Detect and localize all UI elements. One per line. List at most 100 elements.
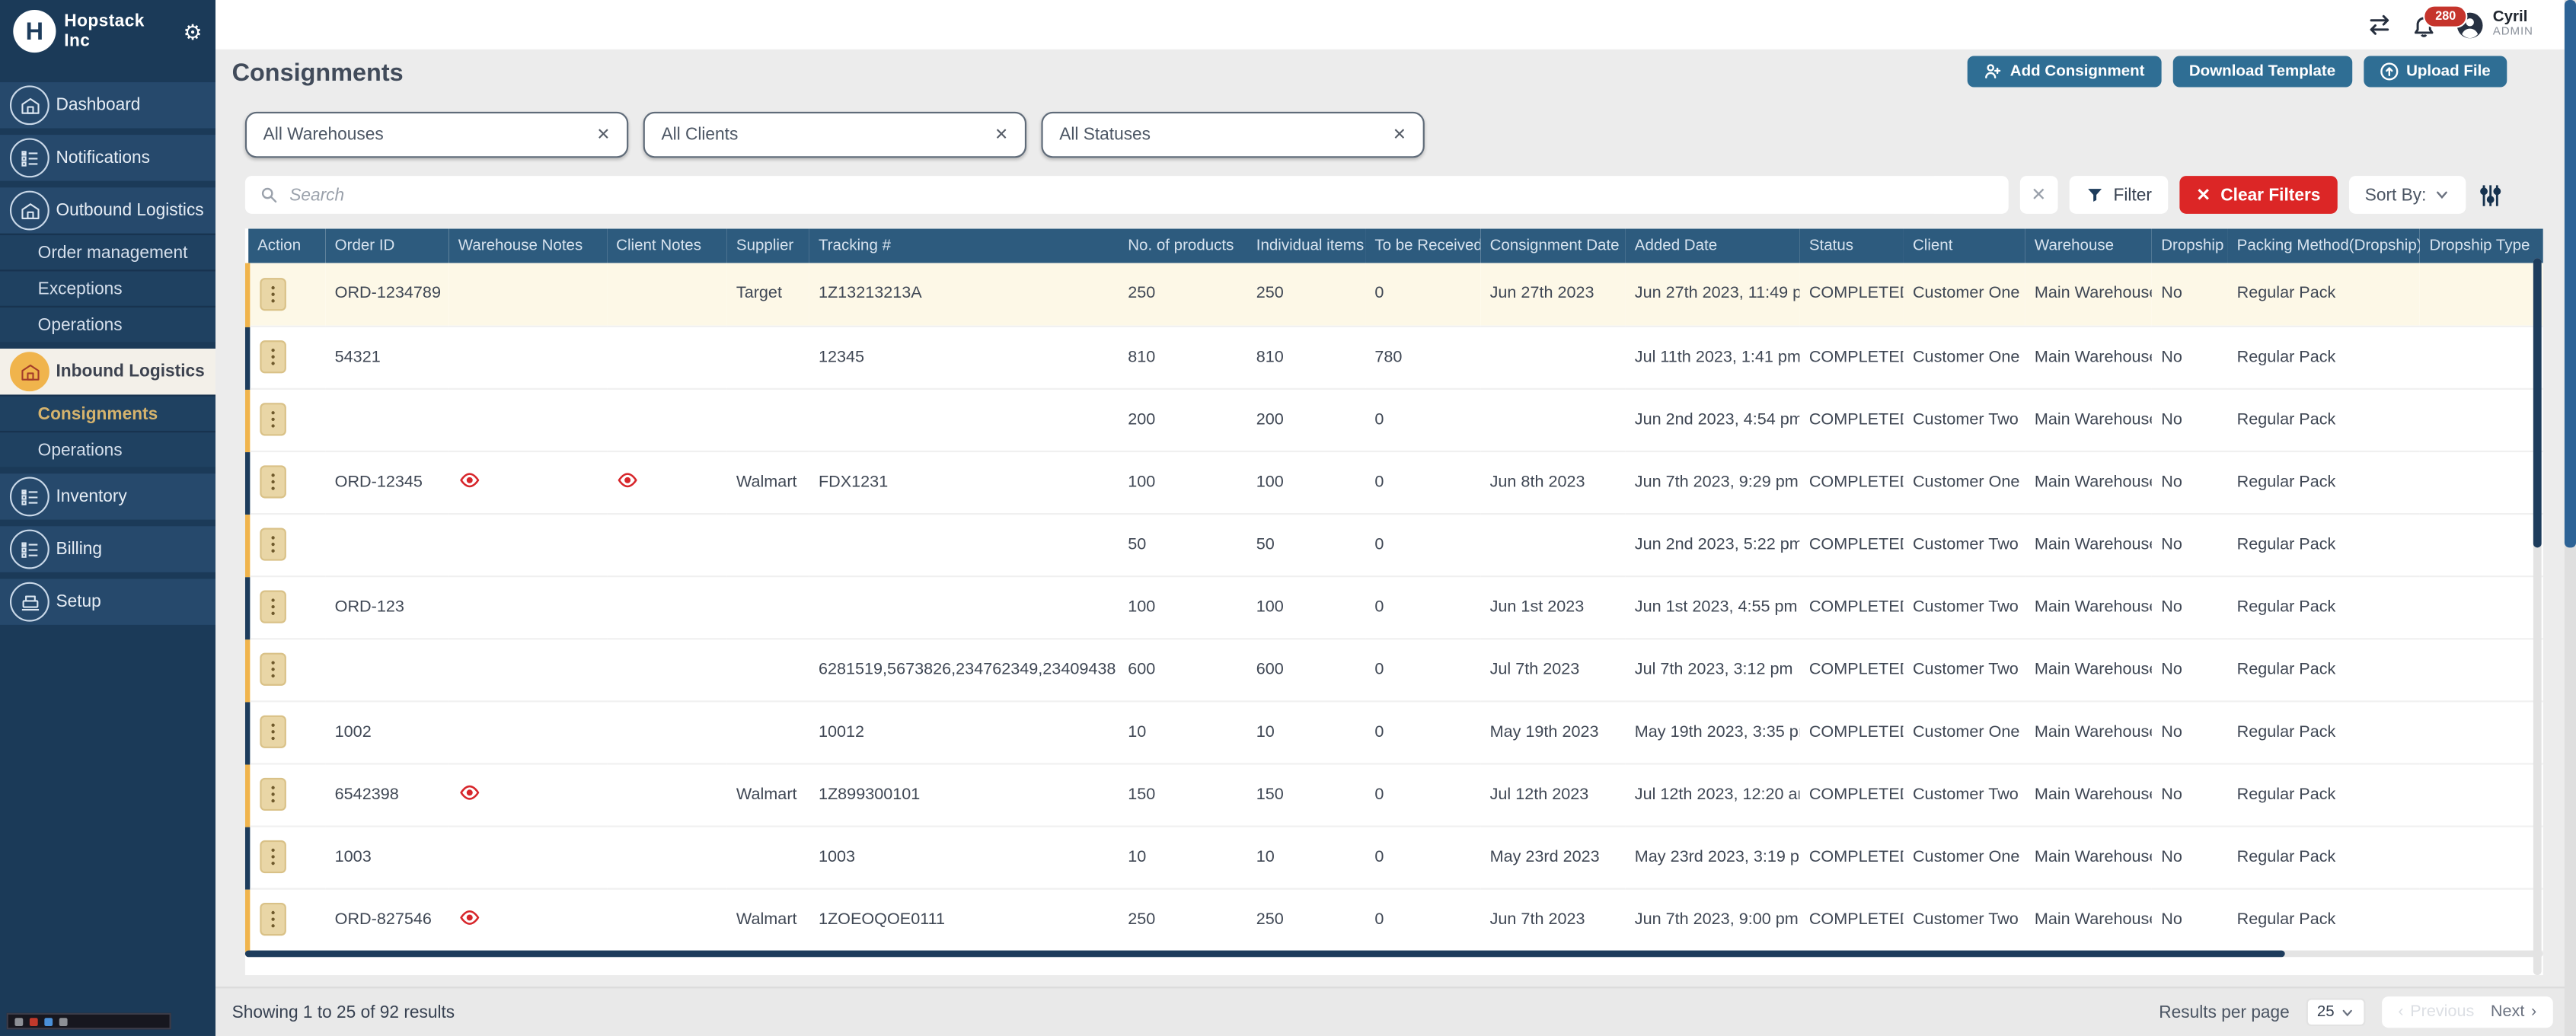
sidebar-item-label: Outbound Logistics [56, 201, 203, 221]
page-size-select[interactable]: 25 [2306, 998, 2365, 1026]
chart-icon[interactable] [44, 1017, 53, 1025]
gear-icon[interactable]: ⚙ [184, 21, 203, 42]
clear-client-filter-icon[interactable]: ✕ [994, 126, 1008, 144]
add-consignment-button[interactable]: Add Consignment [1968, 56, 2162, 87]
note-eye-icon[interactable] [616, 471, 637, 488]
window-scrollbar-thumb[interactable] [2565, 0, 2576, 547]
sidebar-item-operations[interactable]: Operations [0, 431, 215, 467]
row-actions-menu-button[interactable] [260, 278, 286, 311]
client-cell: Customer Two [1903, 763, 2025, 825]
client-notes-cell [606, 763, 726, 825]
client-filter-select[interactable]: All Clients✕ [643, 112, 1026, 158]
sidebar-item-outbound-logistics[interactable]: Outbound Logistics [0, 187, 215, 233]
client-cell: Customer One [1903, 825, 2025, 888]
results-summary: Showing 1 to 25 of 92 results [232, 1003, 455, 1022]
sidebar-item-inbound-logistics[interactable]: Inbound Logistics [0, 349, 215, 394]
row-actions-menu-button[interactable] [260, 403, 286, 435]
search-row: ✕ Filter ✕ Clear Filters Sort By: [245, 176, 2505, 214]
dropship-type-cell [2419, 513, 2542, 575]
sidebar-item-consignments[interactable]: Consignments [0, 394, 215, 431]
packing-method-cell: Regular Pack [2227, 451, 2420, 513]
sidebar-nav: Dashboard Notifications Outbound Logistics… [0, 62, 215, 625]
client-notes-cell [606, 513, 726, 575]
added-date-cell: Jun 7th 2023, 9:00 pm [1625, 888, 1799, 951]
to-be-received-cell: 0 [1365, 451, 1480, 513]
supplier-cell [726, 825, 809, 888]
column-settings-icon[interactable] [2477, 181, 2505, 209]
column-header-added-date: Added Date [1625, 228, 1799, 263]
row-actions-menu-button[interactable] [260, 903, 286, 936]
consignment-date-cell [1480, 388, 1625, 451]
status-cell: COMPLETED [1799, 825, 1903, 888]
download-template-button[interactable]: Download Template [2172, 56, 2352, 87]
clear-search-button[interactable]: ✕ [2019, 176, 2057, 214]
column-header-warehouse: Warehouse [2025, 228, 2151, 263]
horizontal-scrollbar-thumb[interactable] [245, 951, 2285, 958]
row-actions-menu-button[interactable] [260, 340, 286, 373]
upload-file-button[interactable]: Upload File [2364, 56, 2507, 87]
dropship-cell: No [2151, 575, 2226, 638]
sidebar-item-notifications[interactable]: Notifications [0, 135, 215, 180]
warehouse-cell: Main Warehouse [2025, 263, 2151, 326]
sidebar-item-label: Consignments [38, 403, 158, 423]
table-scrollbar-thumb[interactable] [2533, 258, 2542, 547]
sidebar-item-exceptions[interactable]: Exceptions [0, 269, 215, 306]
packing-method-cell: Regular Pack [2227, 763, 2420, 825]
packing-method-cell: Regular Pack [2227, 825, 2420, 888]
sidebar-item-operations[interactable]: Operations [0, 306, 215, 343]
sidebar-item-inventory[interactable]: Inventory [0, 473, 215, 519]
warehouse-cell: Main Warehouse [2025, 575, 2151, 638]
search-input[interactable] [289, 185, 1993, 205]
note-eye-icon[interactable] [458, 783, 480, 800]
sidebar-item-label: Inventory [56, 486, 126, 506]
row-actions-menu-button[interactable] [260, 591, 286, 623]
sidebar-item-billing[interactable]: Billing [0, 526, 215, 572]
note-eye-icon[interactable] [458, 471, 480, 488]
user-name: Cyril [2493, 10, 2533, 27]
table-row: 5432112345810810780Jul 11th 2023, 1:41 p… [247, 326, 2543, 388]
note-eye-icon[interactable] [458, 909, 480, 926]
clear-status-filter-icon[interactable]: ✕ [1393, 126, 1406, 144]
clear-warehouse-filter-icon[interactable]: ✕ [596, 126, 610, 144]
user-menu[interactable]: Cyril ADMIN [2456, 10, 2533, 40]
consignment-date-cell: Jun 1st 2023 [1480, 575, 1625, 638]
sort-by-button[interactable]: Sort By: [2348, 176, 2466, 214]
status-filter-select[interactable]: All Statuses✕ [1041, 112, 1424, 158]
to-be-received-cell: 0 [1365, 763, 1480, 825]
sidebar-item-order-management[interactable]: Order management [0, 234, 215, 270]
to-be-received-cell: 0 [1365, 638, 1480, 700]
window-icon[interactable] [14, 1017, 23, 1025]
status-cell: COMPLETED [1799, 513, 1903, 575]
notifications-bell-icon[interactable]: 280 [2412, 12, 2437, 37]
dropship-cell: No [2151, 638, 2226, 700]
sidebar-item-dashboard[interactable]: Dashboard [0, 82, 215, 128]
column-header-dropship: Dropship [2151, 228, 2226, 263]
sidebar-item-label: Operations [38, 315, 123, 335]
sync-arrows-icon[interactable] [2368, 12, 2392, 37]
client-notes-cell [606, 575, 726, 638]
order-id-cell: ORD-1234789 [325, 263, 448, 326]
dropship-cell: No [2151, 825, 2226, 888]
consignment-date-cell: Jun 27th 2023 [1480, 263, 1625, 326]
checklist-icon [10, 477, 49, 516]
warehouse-notes-cell [448, 575, 606, 638]
chevron-right-icon: › [2531, 1003, 2536, 1022]
row-actions-menu-button[interactable] [260, 716, 286, 748]
status-cell: COMPLETED [1799, 763, 1903, 825]
sidebar-item-setup[interactable]: Setup [0, 579, 215, 624]
sidebar-item-label: Inbound Logistics [56, 362, 204, 381]
warehouse-filter-select[interactable]: All Warehouses✕ [245, 112, 628, 158]
filter-button[interactable]: Filter [2069, 176, 2168, 214]
row-actions-menu-button[interactable] [260, 653, 286, 686]
row-actions-menu-button[interactable] [260, 465, 286, 498]
row-actions-menu-button[interactable] [260, 528, 286, 560]
next-page-button[interactable]: Next› [2491, 1003, 2536, 1022]
row-actions-menu-button[interactable] [260, 778, 286, 811]
to-be-received-cell: 0 [1365, 825, 1480, 888]
clock-icon[interactable] [59, 1017, 68, 1025]
clear-filters-button[interactable]: ✕ Clear Filters [2180, 176, 2337, 214]
record-icon[interactable] [30, 1017, 38, 1025]
row-actions-menu-button[interactable] [260, 840, 286, 873]
previous-page-button[interactable]: ‹Previous [2398, 1003, 2474, 1022]
tracking-cell: 1Z899300101 [809, 763, 1118, 825]
